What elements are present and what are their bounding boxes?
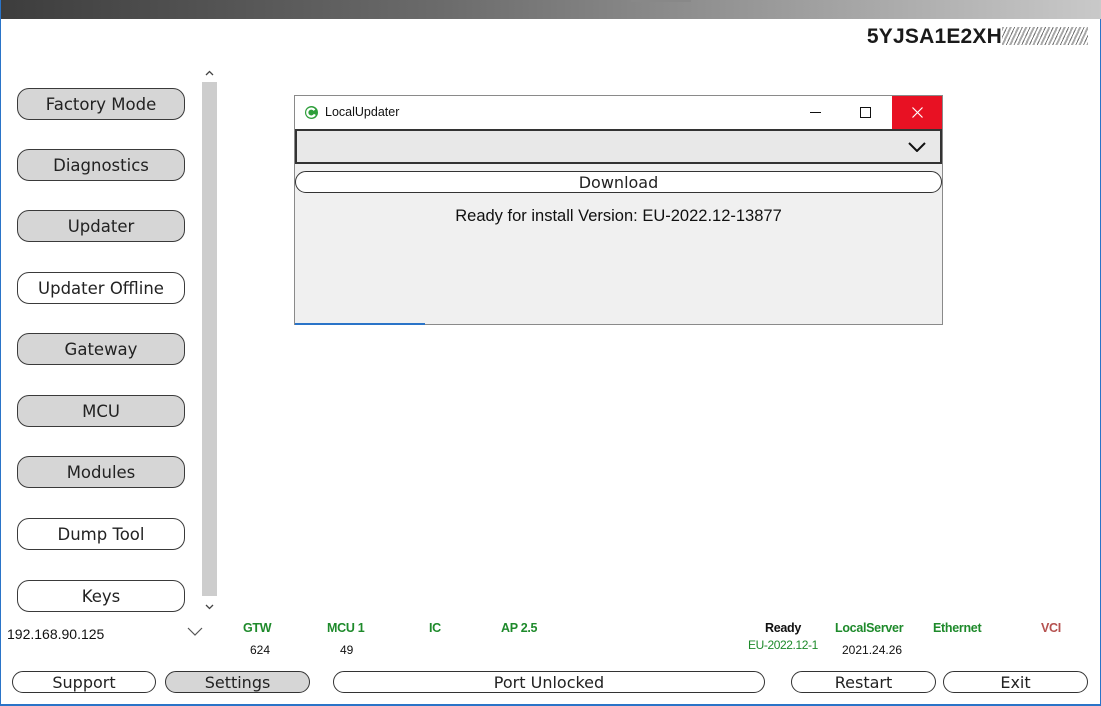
mcu-value: 49 bbox=[340, 643, 354, 657]
scroll-down-icon[interactable] bbox=[201, 598, 218, 615]
ready-label: Ready bbox=[765, 621, 802, 635]
maximize-button[interactable] bbox=[842, 96, 888, 129]
settings-button[interactable]: Settings bbox=[165, 671, 310, 693]
scroll-up-icon[interactable] bbox=[201, 64, 218, 81]
ic-label: IC bbox=[429, 621, 441, 635]
dialog-title: LocalUpdater bbox=[325, 105, 400, 119]
version-select[interactable] bbox=[295, 129, 942, 164]
ap-label: AP 2.5 bbox=[501, 621, 538, 635]
sidebar-scrollbar[interactable] bbox=[201, 64, 218, 615]
vci-label: VCI bbox=[1041, 621, 1061, 635]
gtw-label: GTW bbox=[243, 621, 272, 635]
gtw-value: 624 bbox=[250, 643, 271, 657]
updater-button[interactable]: Updater bbox=[17, 210, 185, 242]
download-button[interactable]: Download bbox=[295, 171, 942, 193]
title-bar-stub bbox=[631, 0, 691, 2]
factory-mode-button[interactable]: Factory Mode bbox=[17, 88, 185, 120]
chevron-down-icon bbox=[908, 141, 926, 152]
mcu-label: MCU 1 bbox=[327, 621, 365, 635]
local-updater-dialog: LocalUpdater Download Ready for install … bbox=[294, 95, 943, 325]
ready-version: EU-2022.12-1 bbox=[748, 638, 818, 652]
vin-text: 5YJSA1E2XH bbox=[866, 25, 1002, 48]
app-window: 5YJSA1E2XH Factory Mode Diagnostics Upda… bbox=[0, 0, 1101, 706]
ethernet-label: Ethernet bbox=[933, 621, 982, 635]
chevron-down-icon bbox=[187, 627, 203, 636]
updater-offline-button[interactable]: Updater Offline bbox=[17, 272, 185, 304]
port-unlocked-button[interactable]: Port Unlocked bbox=[333, 671, 765, 693]
dump-tool-button[interactable]: Dump Tool bbox=[17, 518, 185, 550]
vin-display: 5YJSA1E2XH bbox=[867, 25, 1088, 49]
close-button[interactable] bbox=[892, 96, 942, 129]
gateway-button[interactable]: Gateway bbox=[17, 333, 185, 365]
title-bar bbox=[1, 0, 1101, 19]
local-updater-logo-icon bbox=[305, 106, 318, 119]
localserver-label: LocalServer bbox=[835, 621, 904, 635]
exit-button[interactable]: Exit bbox=[943, 671, 1088, 693]
maximize-icon bbox=[859, 107, 871, 118]
close-icon bbox=[911, 107, 923, 118]
keys-button[interactable]: Keys bbox=[17, 580, 185, 612]
dialog-accent-line bbox=[295, 323, 425, 325]
minimize-icon bbox=[809, 111, 821, 113]
restart-button[interactable]: Restart bbox=[791, 671, 936, 693]
install-status: Ready for install Version: EU-2022.12-13… bbox=[455, 207, 782, 225]
ip-select[interactable]: 192.168.90.125 bbox=[7, 622, 213, 646]
ip-value: 192.168.90.125 bbox=[7, 626, 105, 642]
scroll-thumb[interactable] bbox=[202, 82, 217, 596]
localserver-value: 2021.24.26 bbox=[842, 643, 903, 657]
dialog-title-bar[interactable]: LocalUpdater bbox=[295, 96, 942, 129]
modules-button[interactable]: Modules bbox=[17, 456, 185, 488]
mcu-button[interactable]: MCU bbox=[17, 395, 185, 427]
support-button[interactable]: Support bbox=[12, 671, 156, 693]
vin-obscured-digits bbox=[1002, 27, 1088, 45]
minimize-button[interactable] bbox=[792, 96, 838, 129]
diagnostics-button[interactable]: Diagnostics bbox=[17, 149, 185, 181]
